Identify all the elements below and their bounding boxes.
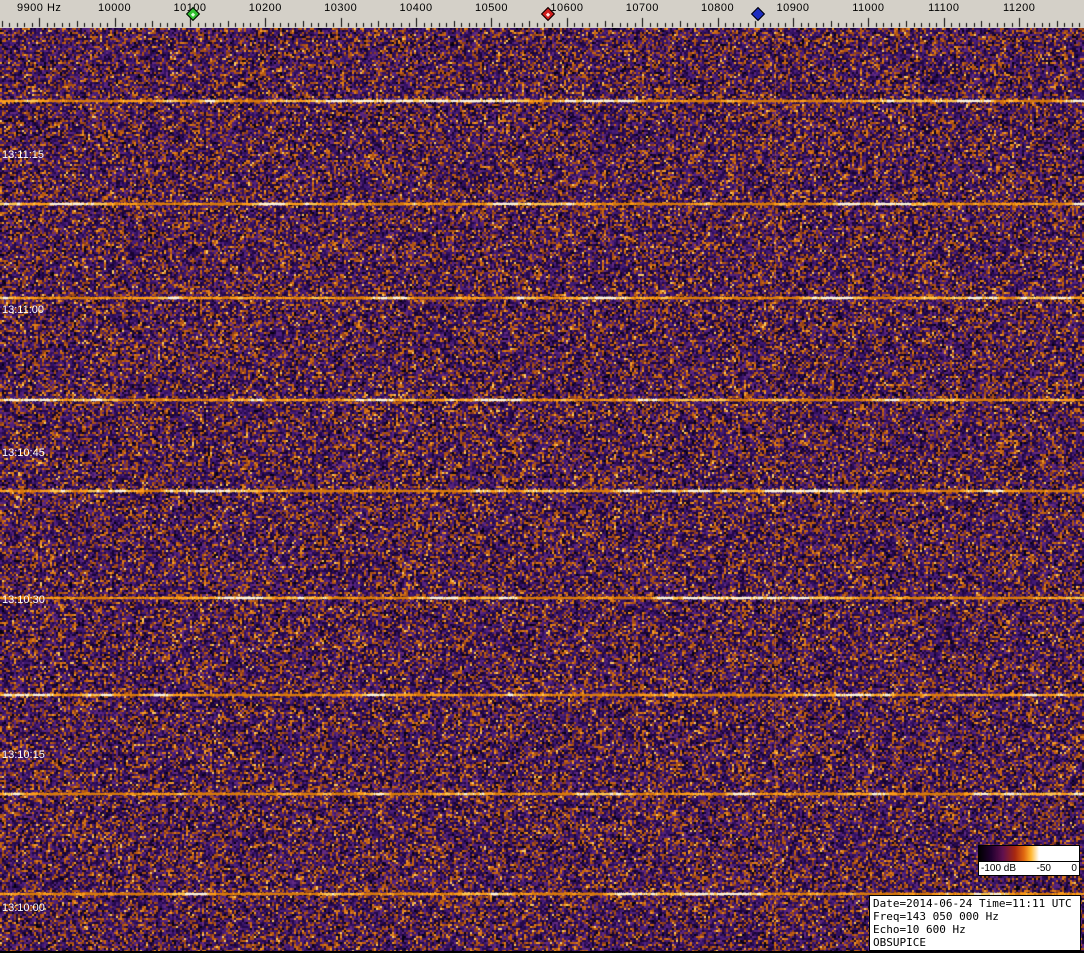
info-station-line: OBSUPICE <box>873 936 1077 949</box>
colorbar-legend: -100 dB -50 0 <box>978 845 1080 876</box>
colorbar-min-label: -100 dB <box>981 863 1016 874</box>
marker-red-center <box>546 13 550 17</box>
colorbar-gradient <box>979 846 1079 862</box>
info-echo-line: Echo=10 600 Hz <box>873 923 1077 936</box>
colorbar-labels: -100 dB -50 0 <box>979 862 1079 875</box>
freq-tick-label: 11000 <box>852 2 884 14</box>
marker-green-center <box>191 13 195 17</box>
freq-tick-label: 10900 <box>776 2 809 14</box>
freq-tick-label: 10500 <box>475 2 508 14</box>
spectrogram-canvas[interactable] <box>0 28 1084 953</box>
freq-tick-label: 10400 <box>400 2 433 14</box>
colorbar-max-label: 0 <box>1071 863 1077 874</box>
freq-tick-label: 10300 <box>324 2 357 14</box>
info-freq-line: Freq=143 050 000 Hz <box>873 910 1077 923</box>
freq-tick-label: 9900 Hz <box>17 2 61 14</box>
colorbar-mid-label: -50 <box>1037 863 1051 874</box>
frequency-ruler: 9900 Hz100001010010200103001040010500106… <box>0 0 1084 28</box>
spectrogram-app: 9900 Hz100001010010200103001040010500106… <box>0 0 1084 953</box>
freq-tick-label: 11100 <box>928 2 959 14</box>
spectrogram-waterfall[interactable]: 13:11:15 13:11:00 13:10:45 13:10:30 13:10:15… <box>0 28 1084 953</box>
time-tick-label: 13:11:15 <box>2 149 44 161</box>
time-tick-label: 13:10:30 <box>2 594 45 606</box>
freq-tick-label: 11200 <box>1003 2 1035 14</box>
time-tick-label: 13:10:15 <box>2 749 45 761</box>
freq-tick-label: 10200 <box>249 2 282 14</box>
freq-tick-label: 10600 <box>550 2 583 14</box>
info-date-line: Date=2014-06-24 Time=11:11 UTC <box>873 897 1077 910</box>
freq-tick-label: 10800 <box>701 2 734 14</box>
time-tick-label: 13:10:00 <box>2 902 45 914</box>
freq-tick-label: 10000 <box>98 2 131 14</box>
info-box: Date=2014-06-24 Time=11:11 UTC Freq=143 … <box>869 895 1081 951</box>
freq-tick-label: 10700 <box>626 2 659 14</box>
time-tick-label: 13:10:45 <box>2 447 45 459</box>
time-tick-label: 13:11:00 <box>2 304 44 316</box>
